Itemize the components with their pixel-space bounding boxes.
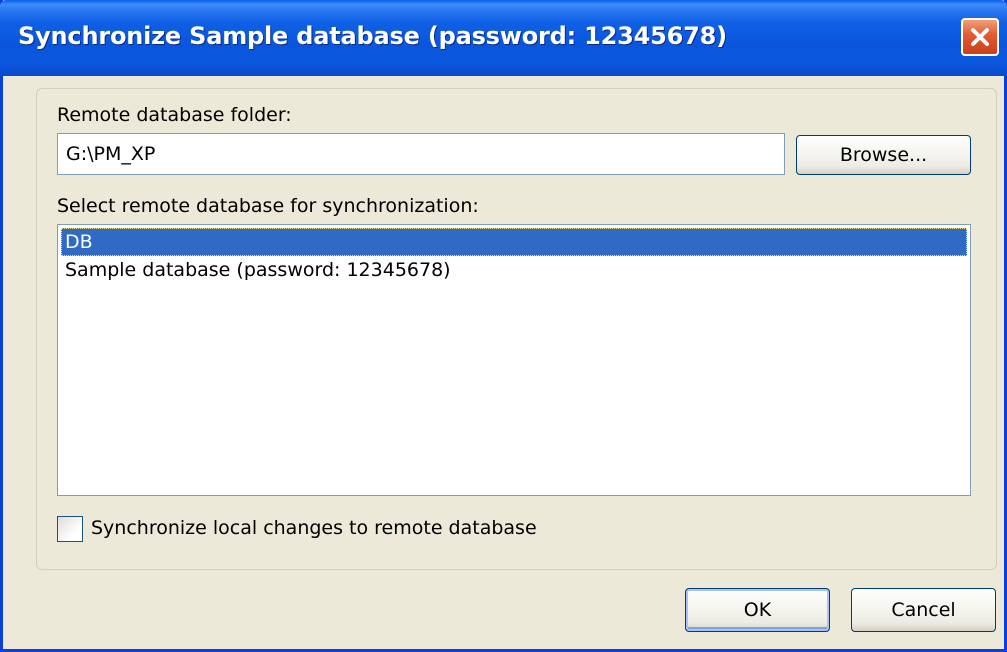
browse-button[interactable]: Browse... — [796, 135, 971, 175]
cancel-button[interactable]: Cancel — [851, 588, 996, 632]
sync-local-changes-checkbox[interactable] — [57, 516, 83, 542]
title-bar[interactable]: Synchronize Sample database (password: 1… — [0, 0, 1007, 76]
close-button[interactable] — [961, 18, 999, 56]
remote-folder-label: Remote database folder: — [57, 104, 292, 126]
remote-folder-input[interactable] — [57, 133, 785, 175]
dialog-window: Synchronize Sample database (password: 1… — [0, 0, 1007, 652]
window-title: Synchronize Sample database (password: 1… — [18, 22, 727, 50]
list-item-db[interactable]: DB — [61, 228, 967, 256]
sync-local-changes-label[interactable]: Synchronize local changes to remote data… — [91, 517, 537, 539]
close-icon — [971, 28, 989, 46]
remote-db-list[interactable]: DB Sample database (password: 12345678) — [57, 224, 971, 496]
ok-button[interactable]: OK — [685, 588, 830, 632]
remote-db-label: Select remote database for synchronizati… — [57, 195, 479, 217]
list-item-sample-database[interactable]: Sample database (password: 12345678) — [61, 256, 967, 284]
